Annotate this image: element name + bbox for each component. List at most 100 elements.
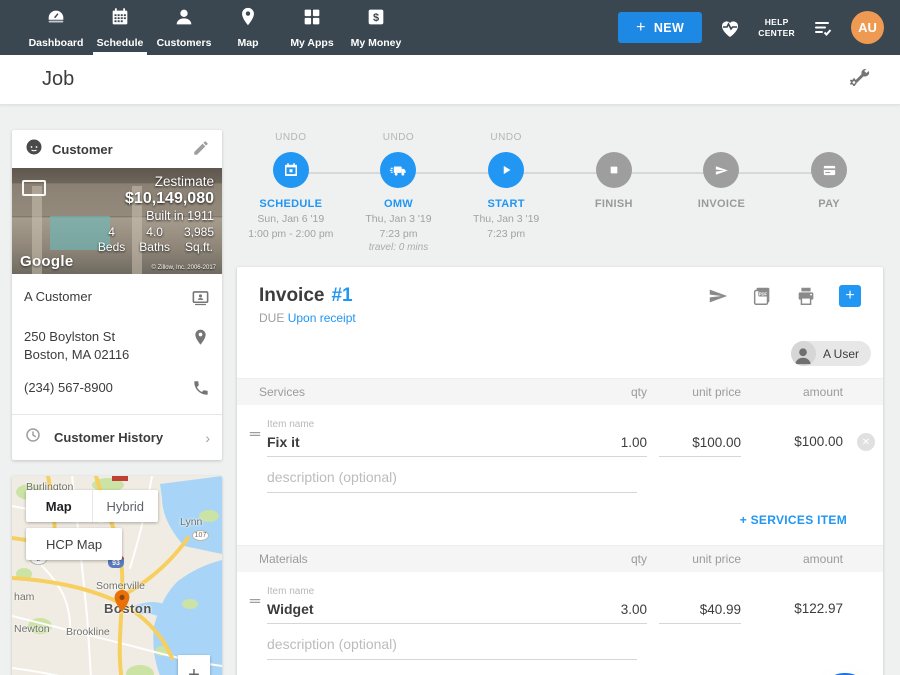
property-photo[interactable]: Zestimate $10,149,080 Built in 1911 4Bed… — [12, 168, 222, 274]
undo-link[interactable]: UNDO — [383, 132, 414, 146]
item-name-label: Item name — [267, 419, 577, 430]
unit-price-column-header: unit price — [659, 385, 741, 399]
map-type-toggle: Map Hybrid — [26, 490, 158, 522]
map-label-newton: Newton — [14, 623, 50, 635]
new-button[interactable]: +NEW — [618, 12, 702, 43]
phone-icon[interactable] — [192, 379, 210, 402]
nav-item-dashboard[interactable]: Dashboard — [24, 0, 88, 55]
google-logo: Google — [20, 253, 73, 270]
svg-text:PDF: PDF — [759, 291, 768, 296]
service-amount: $100.00 — [753, 434, 843, 457]
nav-label: My Money — [351, 37, 402, 49]
map-label-fragment — [112, 476, 128, 481]
service-item-name-input[interactable] — [267, 430, 577, 457]
customer-name: A Customer — [24, 288, 92, 306]
zestimate-value: $10,149,080 — [98, 190, 214, 208]
customer-address: 250 Boylston StBoston, MA 02116 — [24, 328, 129, 363]
nav-label: Schedule — [97, 37, 144, 49]
drag-handle-icon[interactable] — [247, 426, 267, 457]
customer-card: Customer Zestimate $10,149,080 Built in … — [12, 130, 222, 460]
service-item-row: Item name $100.00 ✕ — [237, 419, 883, 457]
assignee-avatar-icon — [791, 341, 816, 366]
undo-link[interactable]: UNDO — [490, 132, 521, 146]
assignee-chip[interactable]: A User — [791, 341, 871, 366]
delete-item-icon[interactable]: ✕ — [857, 433, 875, 451]
step-label: OMW — [384, 198, 413, 210]
nav-label: Dashboard — [29, 37, 84, 49]
service-qty-input[interactable] — [577, 431, 647, 457]
assignee-name: A User — [823, 347, 859, 361]
invoice-card: Invoice #1 PDF + DUE Upon receipt — [237, 267, 883, 675]
timeline-step-schedule: UNDO SCHEDULE Sun, Jan 6 '19 1:00 pm - 2… — [237, 132, 345, 253]
map-card[interactable]: Burlington Lynn Somerville ham Boston Ne… — [12, 476, 222, 675]
job-tools-icon[interactable] — [848, 66, 872, 93]
due-label: DUE — [259, 311, 284, 325]
omw-truck-icon[interactable] — [380, 152, 416, 188]
invoice-title: Invoice — [259, 285, 324, 307]
undo-link[interactable]: UNDO — [275, 132, 306, 146]
step-time: 1:00 pm - 2:00 pm — [248, 228, 333, 240]
chevron-right-icon: › — [205, 430, 210, 446]
schedule-step-icon[interactable] — [273, 152, 309, 188]
nav-item-customers[interactable]: Customers — [152, 0, 216, 55]
pay-card-icon[interactable] — [811, 152, 847, 188]
hcp-map-button[interactable]: HCP Map — [26, 528, 122, 560]
nav-item-my-apps[interactable]: My Apps — [280, 0, 344, 55]
service-description-input[interactable] — [267, 465, 637, 493]
map-button[interactable]: Map — [26, 490, 92, 522]
customer-name-row: A Customer — [24, 280, 210, 320]
finish-stop-icon[interactable] — [596, 152, 632, 188]
invoice-number[interactable]: #1 — [331, 285, 352, 307]
start-play-icon[interactable] — [488, 152, 524, 188]
photo-frame-icon[interactable] — [22, 180, 46, 196]
step-label: FINISH — [595, 198, 633, 210]
user-avatar[interactable]: AU — [851, 11, 884, 44]
step-time: 7:23 pm — [487, 228, 525, 240]
apps-grid-icon — [301, 6, 323, 33]
nav-item-my-money[interactable]: $ My Money — [344, 0, 408, 55]
step-label: START — [487, 198, 524, 210]
health-heart-icon[interactable] — [718, 16, 742, 40]
add-invoice-button[interactable]: + — [839, 285, 861, 307]
svg-text:$: $ — [373, 12, 379, 24]
zoom-in-button[interactable]: + — [178, 655, 210, 675]
map-zoom-control: + − — [178, 655, 210, 675]
zillow-copyright: © Zillow, Inc. 2006-2017 — [152, 265, 216, 271]
contact-card-icon[interactable] — [191, 288, 210, 312]
help-center-link[interactable]: HELPCENTER — [758, 17, 795, 38]
timeline-step-invoice: INVOICE — [668, 132, 776, 253]
map-label-lynn: Lynn — [180, 516, 202, 528]
checklist-icon[interactable] — [811, 16, 835, 40]
zestimate-overlay: Zestimate $10,149,080 Built in 1911 4Bed… — [98, 174, 214, 255]
customer-history-label: Customer History — [54, 430, 193, 445]
zestimate-label: Zestimate — [98, 174, 214, 189]
timeline-step-pay: PAY — [775, 132, 883, 253]
material-item-name-input[interactable] — [267, 597, 577, 624]
baths-stat: 4.0Baths — [139, 225, 170, 255]
due-value-link[interactable]: Upon receipt — [288, 311, 356, 325]
material-qty-input[interactable] — [577, 598, 647, 624]
print-icon[interactable] — [795, 285, 817, 307]
service-unit-price-input[interactable] — [659, 431, 741, 457]
location-pin-icon[interactable] — [191, 328, 210, 352]
drag-handle-icon[interactable] — [247, 593, 267, 624]
hybrid-button[interactable]: Hybrid — [92, 490, 159, 522]
add-services-item-link[interactable]: + SERVICES ITEM — [740, 513, 847, 527]
material-description-input[interactable] — [267, 632, 637, 660]
travel-time: travel: 0 mins — [369, 242, 428, 253]
customer-history-row[interactable]: Customer History › — [12, 414, 222, 460]
built-year: Built in 1911 — [98, 209, 214, 223]
beds-stat: 4Beds — [98, 225, 125, 255]
customer-face-icon — [24, 137, 44, 162]
edit-customer-pencil-icon[interactable] — [192, 139, 210, 160]
dashboard-icon — [45, 6, 67, 33]
nav-item-schedule[interactable]: Schedule — [88, 0, 152, 55]
material-unit-price-input[interactable] — [659, 598, 741, 624]
pdf-icon[interactable]: PDF — [751, 285, 773, 307]
section-name: Services — [259, 385, 577, 399]
job-location-pin — [114, 590, 130, 617]
send-invoice-icon[interactable] — [707, 285, 729, 307]
invoice-send-icon[interactable] — [703, 152, 739, 188]
nav-item-map[interactable]: Map — [216, 0, 280, 55]
job-timeline: UNDO SCHEDULE Sun, Jan 6 '19 1:00 pm - 2… — [237, 132, 883, 267]
